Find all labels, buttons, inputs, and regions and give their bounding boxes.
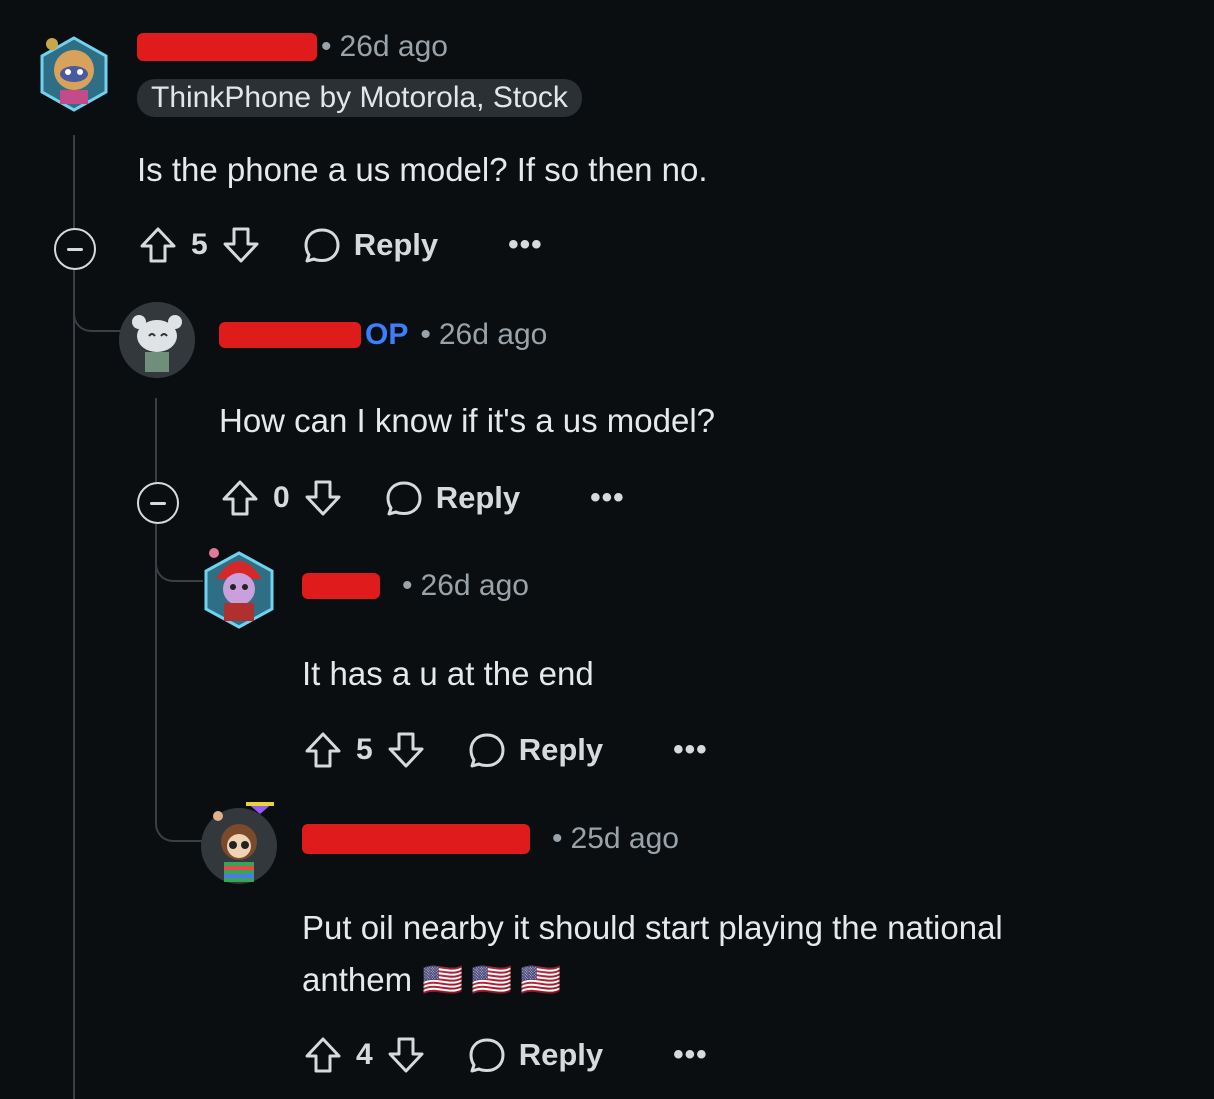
reply-label: Reply — [518, 732, 604, 767]
comment-actions: 5 Reply ••• — [137, 220, 543, 270]
reply-button[interactable]: Reply — [467, 1035, 603, 1075]
vote-score: 5 — [191, 228, 208, 261]
separator-dot: • — [321, 30, 332, 63]
avatar[interactable] — [119, 302, 195, 378]
avatar[interactable] — [38, 34, 110, 114]
us-flag-emoji: 🇺🇸 — [471, 961, 513, 998]
comment-bubble-icon — [469, 1038, 505, 1073]
collapse-thread-button[interactable] — [137, 482, 179, 524]
comment-body: Is the phone a us model? If so then no. — [137, 151, 708, 188]
comment-actions: 0 Reply ••• — [219, 473, 625, 523]
comment-meta: • 26d ago — [137, 30, 448, 64]
separator-dot: • — [402, 569, 413, 602]
user-flair: ThinkPhone by Motorola, Stock — [137, 79, 582, 117]
comment-bubble-icon — [469, 733, 505, 768]
redacted-username — [302, 573, 380, 599]
upvote-icon[interactable] — [302, 729, 344, 771]
thread-elbow-c4 — [155, 790, 203, 842]
upvote-icon[interactable] — [302, 1034, 344, 1076]
comment-actions: 4 Reply ••• — [302, 1030, 708, 1080]
vote-score: 0 — [273, 481, 290, 514]
comment-body: Put oil nearby it should start playing t… — [302, 902, 1162, 1006]
more-options-icon[interactable]: ••• — [508, 228, 543, 262]
comment-actions: 5 Reply ••• — [302, 725, 708, 775]
upvote-icon[interactable] — [137, 224, 179, 266]
redacted-username — [302, 824, 530, 854]
timestamp[interactable]: 26d ago — [439, 318, 547, 352]
reply-button[interactable]: Reply — [384, 478, 520, 518]
vote-score: 5 — [356, 733, 373, 766]
thread-elbow-c2 — [73, 290, 121, 332]
more-options-icon[interactable]: ••• — [590, 481, 625, 515]
comment-body-line: anthem 🇺🇸 🇺🇸 🇺🇸 — [302, 954, 1162, 1006]
op-badge: OP — [365, 318, 409, 351]
redacted-username — [219, 322, 361, 348]
more-options-icon[interactable]: ••• — [673, 1038, 708, 1072]
upvote-icon[interactable] — [219, 477, 261, 519]
us-flag-emoji: 🇺🇸 — [422, 961, 464, 998]
downvote-icon[interactable] — [385, 729, 427, 771]
us-flag-emoji: 🇺🇸 — [520, 961, 562, 998]
comment-body: It has a u at the end — [302, 655, 594, 692]
downvote-icon[interactable] — [302, 477, 344, 519]
comment-body-text: anthem — [302, 961, 413, 998]
separator-dot: • — [552, 822, 563, 855]
redacted-username — [137, 33, 317, 61]
reply-label: Reply — [518, 1037, 604, 1072]
avatar[interactable] — [202, 545, 276, 635]
reply-label: Reply — [353, 227, 439, 262]
comment-meta: • 25d ago — [302, 822, 679, 856]
collapse-thread-button[interactable] — [54, 228, 96, 270]
timestamp[interactable]: 25d ago — [571, 822, 679, 856]
reply-button[interactable]: Reply — [302, 225, 438, 265]
comment-meta: OP • 26d ago — [219, 318, 547, 352]
comment-body-line: Put oil nearby it should start playing t… — [302, 909, 1003, 946]
separator-dot: • — [420, 318, 431, 351]
timestamp[interactable]: 26d ago — [421, 569, 529, 603]
timestamp[interactable]: 26d ago — [340, 30, 448, 64]
thread-elbow-c3 — [155, 540, 203, 582]
avatar[interactable] — [200, 800, 278, 884]
reply-label: Reply — [435, 480, 521, 515]
reply-button[interactable]: Reply — [467, 730, 603, 770]
comment-body: How can I know if it's a us model? — [219, 402, 716, 439]
thread-line-root[interactable] — [73, 135, 75, 1099]
downvote-icon[interactable] — [385, 1034, 427, 1076]
more-options-icon[interactable]: ••• — [673, 733, 708, 767]
comment-bubble-icon — [304, 228, 340, 263]
vote-score: 4 — [356, 1038, 373, 1071]
comment-meta: • 26d ago — [302, 569, 529, 603]
downvote-icon[interactable] — [220, 224, 262, 266]
thread-line-c2[interactable] — [155, 398, 157, 798]
comment-bubble-icon — [386, 481, 422, 516]
